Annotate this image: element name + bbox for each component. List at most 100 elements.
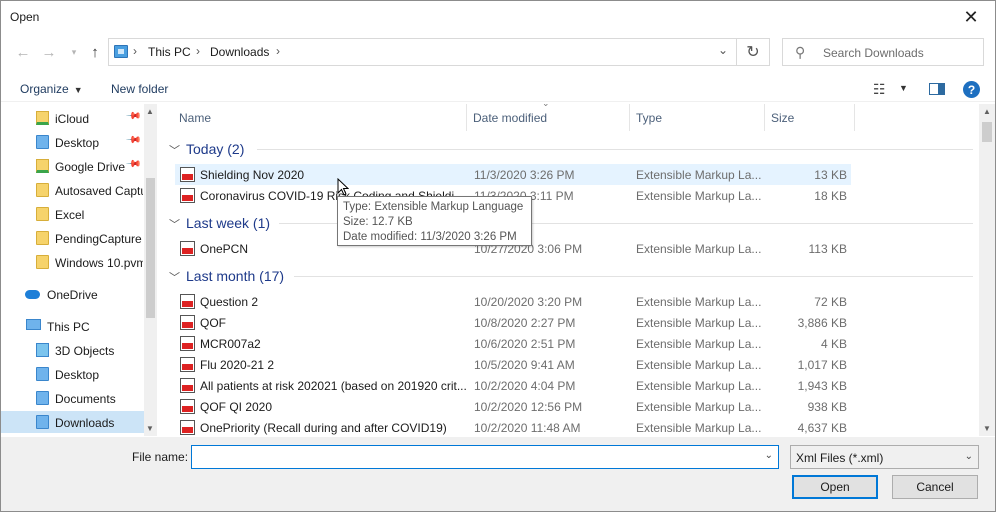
- nav-item-documents[interactable]: Documents: [1, 387, 144, 409]
- folder-icon: [36, 183, 49, 197]
- nav-item-3d-objects[interactable]: 3D Objects: [1, 339, 144, 361]
- chevron-down-icon: ⌄: [964, 451, 973, 462]
- nav-item-desktop[interactable]: Desktop: [1, 363, 144, 385]
- file-size: 4 KB: [820, 337, 847, 351]
- back-arrow-icon[interactable]: ←: [12, 41, 34, 63]
- file-name-combobox[interactable]: ⌄: [191, 445, 779, 469]
- column-header-label: Date modified: [473, 111, 548, 125]
- group-header-last-week[interactable]: ﹀ Last week (1): [169, 215, 270, 232]
- breadcrumb-separator-icon[interactable]: ›: [196, 44, 200, 58]
- column-header-name[interactable]: Name: [175, 104, 467, 131]
- file-name: MCR007a2: [200, 337, 261, 351]
- file-row[interactable]: All patients at risk 202021 (based on 20…: [175, 375, 851, 396]
- nav-item-pendingcapture[interactable]: PendingCapture: [1, 227, 144, 249]
- file-info-tooltip: Type: Extensible Markup Language Size: 1…: [337, 196, 532, 246]
- file-row[interactable]: Question 2 10/20/2020 3:20 PM Extensible…: [175, 291, 851, 312]
- column-header-size[interactable]: Size: [765, 104, 855, 131]
- close-icon[interactable]: ✕: [951, 3, 991, 31]
- search-icon: ⚲: [795, 44, 806, 60]
- nav-item-label: Desktop: [55, 368, 100, 382]
- nav-scrollbar[interactable]: ▲ ▼: [144, 104, 157, 436]
- file-list-scrollbar[interactable]: ▲ ▼: [979, 104, 995, 436]
- group-header-today[interactable]: ﹀ Today (2): [169, 141, 244, 158]
- file-name-label: File name:: [132, 450, 189, 464]
- onedrive-icon: [25, 290, 40, 299]
- nav-item-windows10-pvm[interactable]: Windows 10.pvm: [1, 251, 144, 273]
- file-type: Extensible Markup La...: [636, 295, 762, 309]
- chevron-down-icon[interactable]: ⌄: [765, 450, 773, 461]
- file-row[interactable]: Shielding Nov 2020 11/3/2020 3:26 PM Ext…: [175, 164, 851, 185]
- recent-locations-chevron-icon[interactable]: ▾: [63, 41, 85, 63]
- cancel-button[interactable]: Cancel: [892, 475, 978, 499]
- refresh-icon[interactable]: ↻: [737, 38, 770, 66]
- file-size: 938 KB: [807, 400, 847, 414]
- nav-item-label: Downloads: [55, 416, 115, 430]
- file-date: 10/8/2020 2:27 PM: [474, 316, 576, 330]
- address-bar[interactable]: › This PC › Downloads › ⌄: [108, 38, 737, 66]
- file-row[interactable]: Flu 2020-21 2 10/5/2020 9:41 AM Extensib…: [175, 354, 851, 375]
- nav-item-label: Windows 10.pvm: [55, 256, 143, 270]
- organize-button[interactable]: Organize ▼: [20, 82, 83, 96]
- file-name-input[interactable]: [194, 448, 754, 466]
- file-list-scroll-thumb[interactable]: [982, 122, 992, 142]
- file-size: 18 KB: [814, 189, 847, 203]
- forward-arrow-icon[interactable]: →: [38, 41, 60, 63]
- nav-item-desktop-quick[interactable]: Desktop 📌: [1, 131, 144, 153]
- organize-label: Organize: [20, 82, 69, 96]
- nav-item-this-pc[interactable]: This PC: [1, 315, 144, 337]
- scroll-down-icon[interactable]: ▼: [983, 424, 991, 433]
- desktop-folder-icon: [36, 367, 49, 381]
- file-name: QOF: [200, 316, 226, 330]
- nav-item-onedrive[interactable]: OneDrive: [1, 283, 144, 305]
- file-name: QOF QI 2020: [200, 400, 273, 414]
- chevron-down-icon[interactable]: ⌄: [718, 43, 728, 57]
- group-divider: [257, 149, 973, 150]
- nav-item-icloud[interactable]: iCloud 📌: [1, 107, 144, 129]
- google-drive-folder-icon: [36, 159, 49, 173]
- title-bar: Open ✕: [1, 1, 995, 33]
- scroll-up-icon[interactable]: ▲: [983, 107, 991, 116]
- nav-item-excel[interactable]: Excel: [1, 203, 144, 225]
- nav-item-label: 3D Objects: [55, 344, 115, 358]
- xml-file-icon: [180, 294, 195, 309]
- group-header-last-month[interactable]: ﹀ Last month (17): [169, 268, 284, 285]
- column-header-label: Name: [179, 111, 212, 125]
- help-icon[interactable]: ?: [963, 81, 980, 98]
- breadcrumb-downloads[interactable]: Downloads: [210, 45, 269, 59]
- column-header-date[interactable]: Date modified: [468, 104, 630, 131]
- folder-icon: [36, 207, 49, 221]
- scroll-down-icon[interactable]: ▼: [146, 424, 154, 433]
- folder-icon: [36, 231, 49, 245]
- group-label: Last month (17): [186, 268, 285, 284]
- open-button[interactable]: Open: [792, 475, 878, 499]
- file-row[interactable]: OnePriority (Recall during and after COV…: [175, 417, 851, 436]
- nav-scroll-thumb[interactable]: [146, 178, 155, 318]
- file-row[interactable]: MCR007a2 10/6/2020 2:51 PM Extensible Ma…: [175, 333, 851, 354]
- view-details-icon[interactable]: ☷: [873, 81, 886, 98]
- new-folder-button[interactable]: New folder: [111, 82, 168, 96]
- column-header-type[interactable]: Type: [630, 104, 765, 131]
- file-date: 11/3/2020 3:26 PM: [474, 168, 575, 182]
- preview-pane-icon[interactable]: [929, 83, 945, 95]
- nav-item-autosaved[interactable]: Autosaved Captu: [1, 179, 144, 201]
- pin-icon: 📌: [124, 132, 142, 149]
- nav-item-google-drive[interactable]: Google Drive 📌: [1, 155, 144, 177]
- file-type: Extensible Markup La...: [636, 242, 762, 256]
- chevron-down-icon[interactable]: ▼: [899, 83, 908, 93]
- file-row[interactable]: QOF 10/8/2020 2:27 PM Extensible Markup …: [175, 312, 851, 333]
- breadcrumb-separator-icon[interactable]: ›: [276, 44, 280, 58]
- nav-item-downloads[interactable]: Downloads: [1, 411, 144, 433]
- file-date: 10/6/2020 2:51 PM: [474, 337, 576, 351]
- scroll-up-icon[interactable]: ▲: [146, 107, 154, 116]
- file-name: OnePriority (Recall during and after COV…: [200, 421, 447, 435]
- file-row[interactable]: QOF QI 2020 10/2/2020 12:56 PM Extensibl…: [175, 396, 851, 417]
- xml-file-icon: [180, 188, 195, 203]
- file-size: 3,886 KB: [797, 316, 847, 330]
- breadcrumb-this-pc[interactable]: This PC: [148, 45, 191, 59]
- breadcrumb-separator-icon[interactable]: ›: [133, 44, 137, 58]
- search-box[interactable]: ⚲ Search Downloads: [782, 38, 984, 66]
- up-arrow-icon[interactable]: ↑: [84, 41, 106, 63]
- nav-item-label: Documents: [55, 392, 116, 406]
- file-name: Shielding Nov 2020: [200, 168, 305, 182]
- file-type-filter-select[interactable]: Xml Files (*.xml) ⌄: [790, 445, 979, 469]
